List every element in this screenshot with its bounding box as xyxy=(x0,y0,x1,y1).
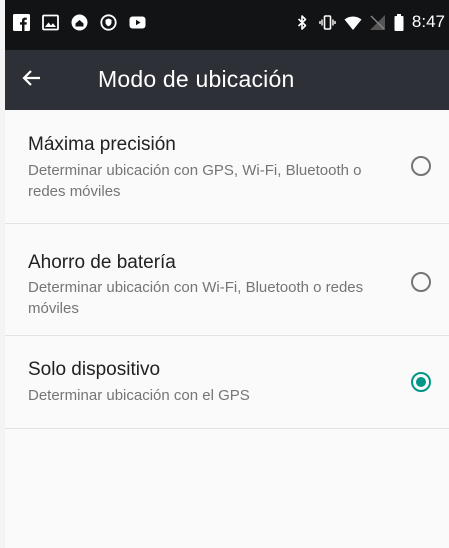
empty-area xyxy=(5,429,449,548)
bluetooth-icon xyxy=(294,14,311,31)
home-cloud-icon xyxy=(71,14,88,31)
image-icon xyxy=(42,14,59,31)
back-button[interactable] xyxy=(13,62,49,98)
notification-icons xyxy=(13,14,146,31)
option-description: Determinar ubicación con Wi-Fi, Bluetoot… xyxy=(28,279,364,317)
clock: 8:47 xyxy=(411,12,445,31)
option-battery-saving[interactable]: Ahorro de batería Determinar ubicación c… xyxy=(5,224,449,336)
page-title: Modo de ubicación xyxy=(98,66,295,92)
signal-off-icon xyxy=(369,14,386,31)
youtube-icon xyxy=(129,14,146,31)
facebook-icon xyxy=(13,14,30,31)
wifi-icon xyxy=(344,14,362,31)
app-bar: Modo de ubicación xyxy=(5,50,449,110)
location-mode-list: Máxima precisión Determinar ubicación co… xyxy=(5,110,449,429)
radio-unselected-icon[interactable] xyxy=(410,155,432,177)
vpn-shield-icon xyxy=(100,14,117,31)
option-title: Solo dispositivo xyxy=(28,359,161,380)
radio-selected-icon[interactable] xyxy=(410,371,432,393)
status-bar: 8:47 xyxy=(5,0,449,50)
arrow-back-icon xyxy=(21,68,41,93)
radio-unselected-icon[interactable] xyxy=(410,271,432,293)
option-device-only[interactable]: Solo dispositivo Determinar ubicación co… xyxy=(5,336,449,429)
system-status: 8:47 xyxy=(294,12,445,32)
settings-screen: 8:47 Modo de ubicación Máxima precisión … xyxy=(0,0,449,548)
option-title: Ahorro de batería xyxy=(28,252,176,273)
vibrate-icon xyxy=(319,14,336,31)
battery-icon xyxy=(394,13,404,31)
option-high-accuracy[interactable]: Máxima precisión Determinar ubicación co… xyxy=(5,110,449,224)
option-title: Máxima precisión xyxy=(28,134,176,155)
option-description: Determinar ubicación con el GPS xyxy=(28,387,250,404)
option-description: Determinar ubicación con GPS, Wi-Fi, Blu… xyxy=(28,162,362,200)
